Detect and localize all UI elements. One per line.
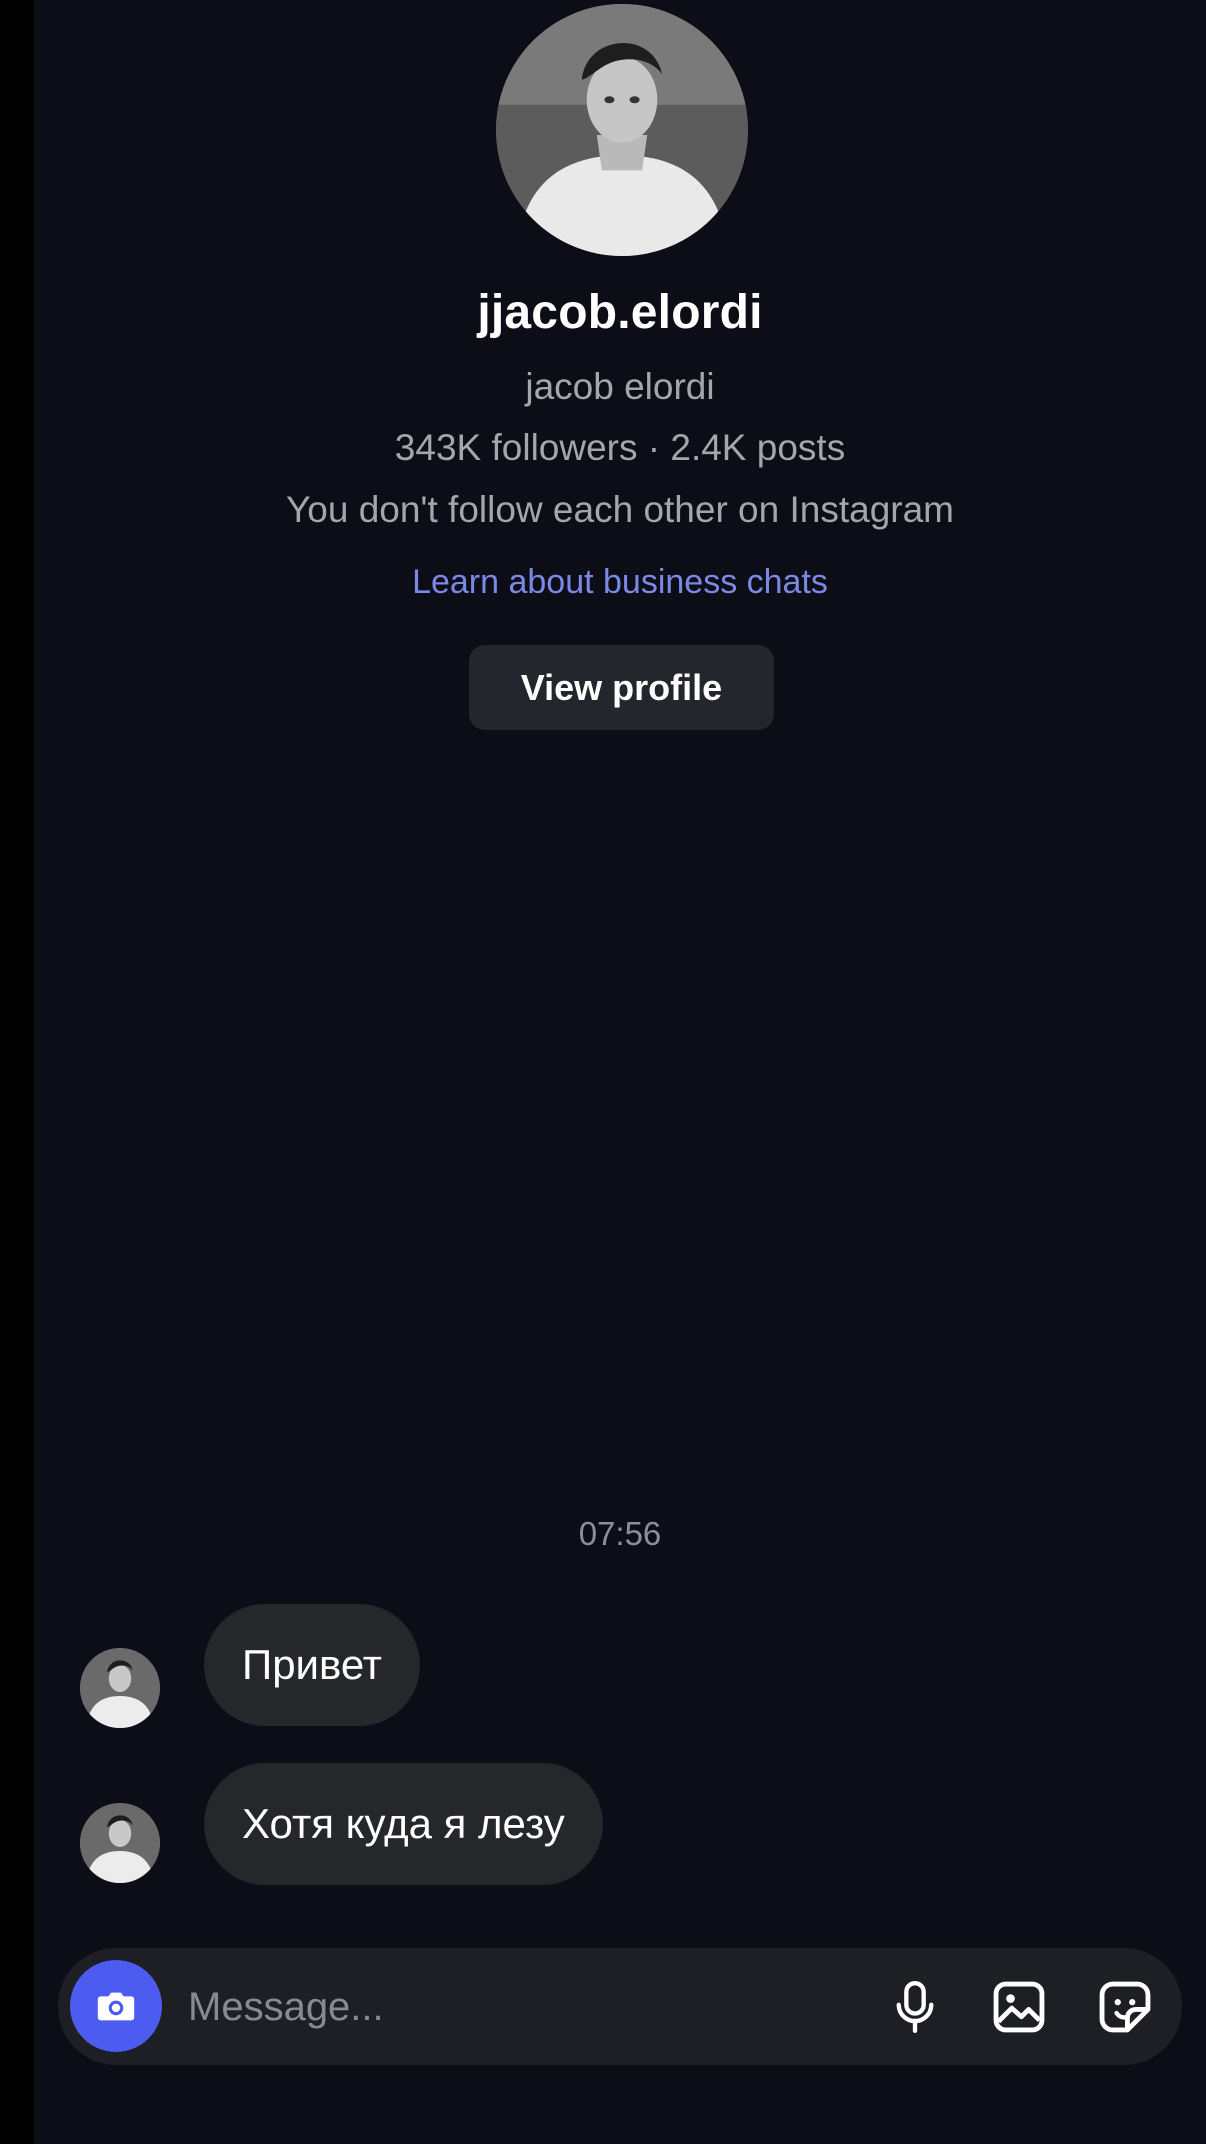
sticker-icon: [1099, 1981, 1151, 2033]
message-row: Привет: [34, 1604, 1206, 1728]
gallery-button[interactable]: [988, 1976, 1050, 2038]
microphone-icon: [896, 1981, 934, 2033]
chat-screen: jjacob.elordi jacob elordi 343K follower…: [34, 0, 1206, 2144]
message-composer: [58, 1948, 1182, 2065]
sticker-button[interactable]: [1094, 1976, 1156, 2038]
profile-full-name: jacob elordi: [525, 366, 715, 407]
message-bubble[interactable]: Привет: [204, 1604, 421, 1726]
message-input[interactable]: [186, 1968, 650, 2047]
follow-status-note: You don't follow each other on Instagram: [285, 489, 955, 530]
message-timestamp: 07:56: [578, 1515, 662, 1552]
camera-button[interactable]: [70, 1960, 162, 2052]
view-profile-button[interactable]: View profile: [469, 645, 774, 730]
sender-avatar[interactable]: [80, 1648, 160, 1728]
sender-photo: [80, 1648, 160, 1728]
sender-avatar[interactable]: [80, 1803, 160, 1883]
sender-photo: [80, 1803, 160, 1883]
camera-icon: [97, 1992, 135, 2021]
profile-username: jjacob.elordi: [477, 286, 763, 339]
profile-avatar[interactable]: [496, 4, 748, 256]
gallery-icon: [993, 1981, 1045, 2033]
message-row: Хотя куда я лезу: [34, 1763, 1206, 1887]
profile-stats: 343K followers · 2.4K posts: [394, 427, 846, 468]
microphone-button[interactable]: [884, 1976, 946, 2038]
business-chats-link[interactable]: Learn about business chats: [34, 563, 1206, 602]
profile-photo: [496, 4, 748, 256]
message-bubble[interactable]: Хотя куда я лезу: [204, 1763, 603, 1885]
